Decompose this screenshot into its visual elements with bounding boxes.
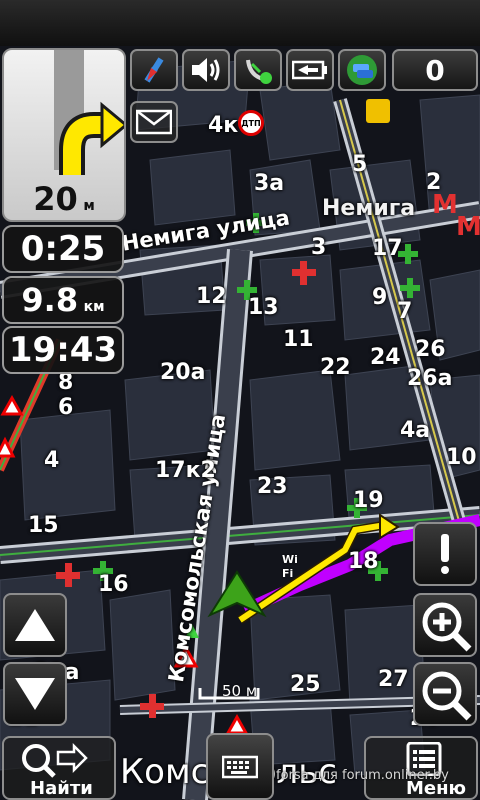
zoom-in-icon	[422, 602, 472, 652]
house-number: 24	[370, 345, 401, 370]
camera-icon	[366, 99, 390, 123]
house-number: 6	[58, 395, 74, 420]
house-number: 13	[248, 295, 279, 320]
envelope-icon	[136, 109, 172, 135]
maneuver-distance-value: 20	[33, 180, 78, 218]
scale-label: 50 м	[222, 682, 258, 700]
tilt-down-button[interactable]	[3, 662, 67, 726]
find-button-label: Найти	[30, 778, 93, 799]
arrival-time-value: 19:43	[8, 330, 118, 370]
dtp-sign-text: ДТП	[241, 118, 261, 128]
house-number: 4а	[400, 418, 431, 443]
zoom-out-icon	[422, 671, 472, 721]
compass-icon	[144, 57, 164, 83]
turn-right-icon	[54, 50, 124, 175]
speaker-icon	[192, 58, 220, 82]
house-number: 22	[320, 355, 351, 380]
house-number: 4к	[208, 113, 239, 138]
house-number: 20а	[160, 360, 206, 385]
gps-status-button[interactable]	[234, 49, 282, 91]
house-number: 26	[415, 337, 446, 362]
dtp-sign-icon: ДТП	[238, 110, 264, 136]
house-number: 5	[352, 152, 368, 177]
house-number: 25	[290, 672, 321, 697]
watermark: forsa для forum.onliner.by	[276, 768, 449, 783]
house-number: 4	[44, 448, 60, 473]
messages-button[interactable]	[130, 101, 178, 143]
keyboard-button[interactable]	[206, 733, 274, 800]
house-number: 17к2	[155, 458, 216, 483]
maneuver-panel[interactable]: 20 м	[2, 48, 126, 222]
distance-left-box[interactable]: 9.8 км	[2, 276, 124, 324]
traffic-button[interactable]	[338, 49, 386, 91]
maneuver-distance-unit: м	[83, 198, 95, 214]
volume-button[interactable]	[182, 49, 230, 91]
distance-left-value: 9.8	[21, 281, 79, 319]
battery-button[interactable]	[286, 49, 334, 91]
report-event-button[interactable]	[413, 522, 477, 586]
arrival-time-box[interactable]: 19:43	[2, 326, 124, 374]
tilt-up-button[interactable]	[3, 593, 67, 657]
house-number: 17	[372, 236, 403, 261]
zoom-out-button[interactable]	[413, 662, 477, 726]
keyboard-icon	[222, 755, 258, 778]
time-to-go-box[interactable]: 0:25	[2, 225, 124, 273]
satellite-icon	[246, 59, 272, 84]
house-number: 26а	[407, 366, 453, 391]
traffic-icon	[347, 55, 377, 85]
house-number: 3а	[254, 171, 285, 196]
house-number: 19	[353, 488, 384, 513]
house-number: 9	[372, 285, 388, 310]
house-number: 11	[283, 327, 314, 352]
battery-icon	[292, 60, 327, 80]
metro-icon: М	[456, 212, 480, 242]
arrow-up-icon	[15, 609, 55, 641]
search-icon	[22, 742, 88, 778]
house-number: 10	[446, 445, 477, 470]
house-number: 15	[28, 513, 59, 538]
metro-icon: М	[432, 190, 458, 220]
find-button[interactable]: Найти	[2, 736, 116, 800]
house-number: 27	[378, 667, 409, 692]
house-number: 18	[348, 549, 379, 574]
speed-counter[interactable]: 0	[392, 49, 478, 91]
street-label-nemiga: Немига	[322, 196, 416, 221]
house-number: 12	[196, 284, 227, 309]
house-number: 16	[98, 572, 129, 597]
arrow-down-icon	[15, 678, 55, 710]
maneuver-distance: 20 м	[4, 180, 124, 218]
time-to-go-value: 0:25	[20, 229, 106, 269]
system-status-bar	[0, 0, 480, 46]
house-number: 7	[397, 299, 413, 324]
distance-left-unit: км	[83, 299, 105, 315]
house-number: 23	[257, 474, 288, 499]
compass-button[interactable]	[130, 49, 178, 91]
house-number: 3	[311, 235, 327, 260]
wifi-label: Wi Fi	[282, 553, 298, 580]
zoom-in-button[interactable]	[413, 593, 477, 657]
speed-counter-value: 0	[425, 53, 445, 87]
exclamation-icon	[441, 534, 449, 574]
